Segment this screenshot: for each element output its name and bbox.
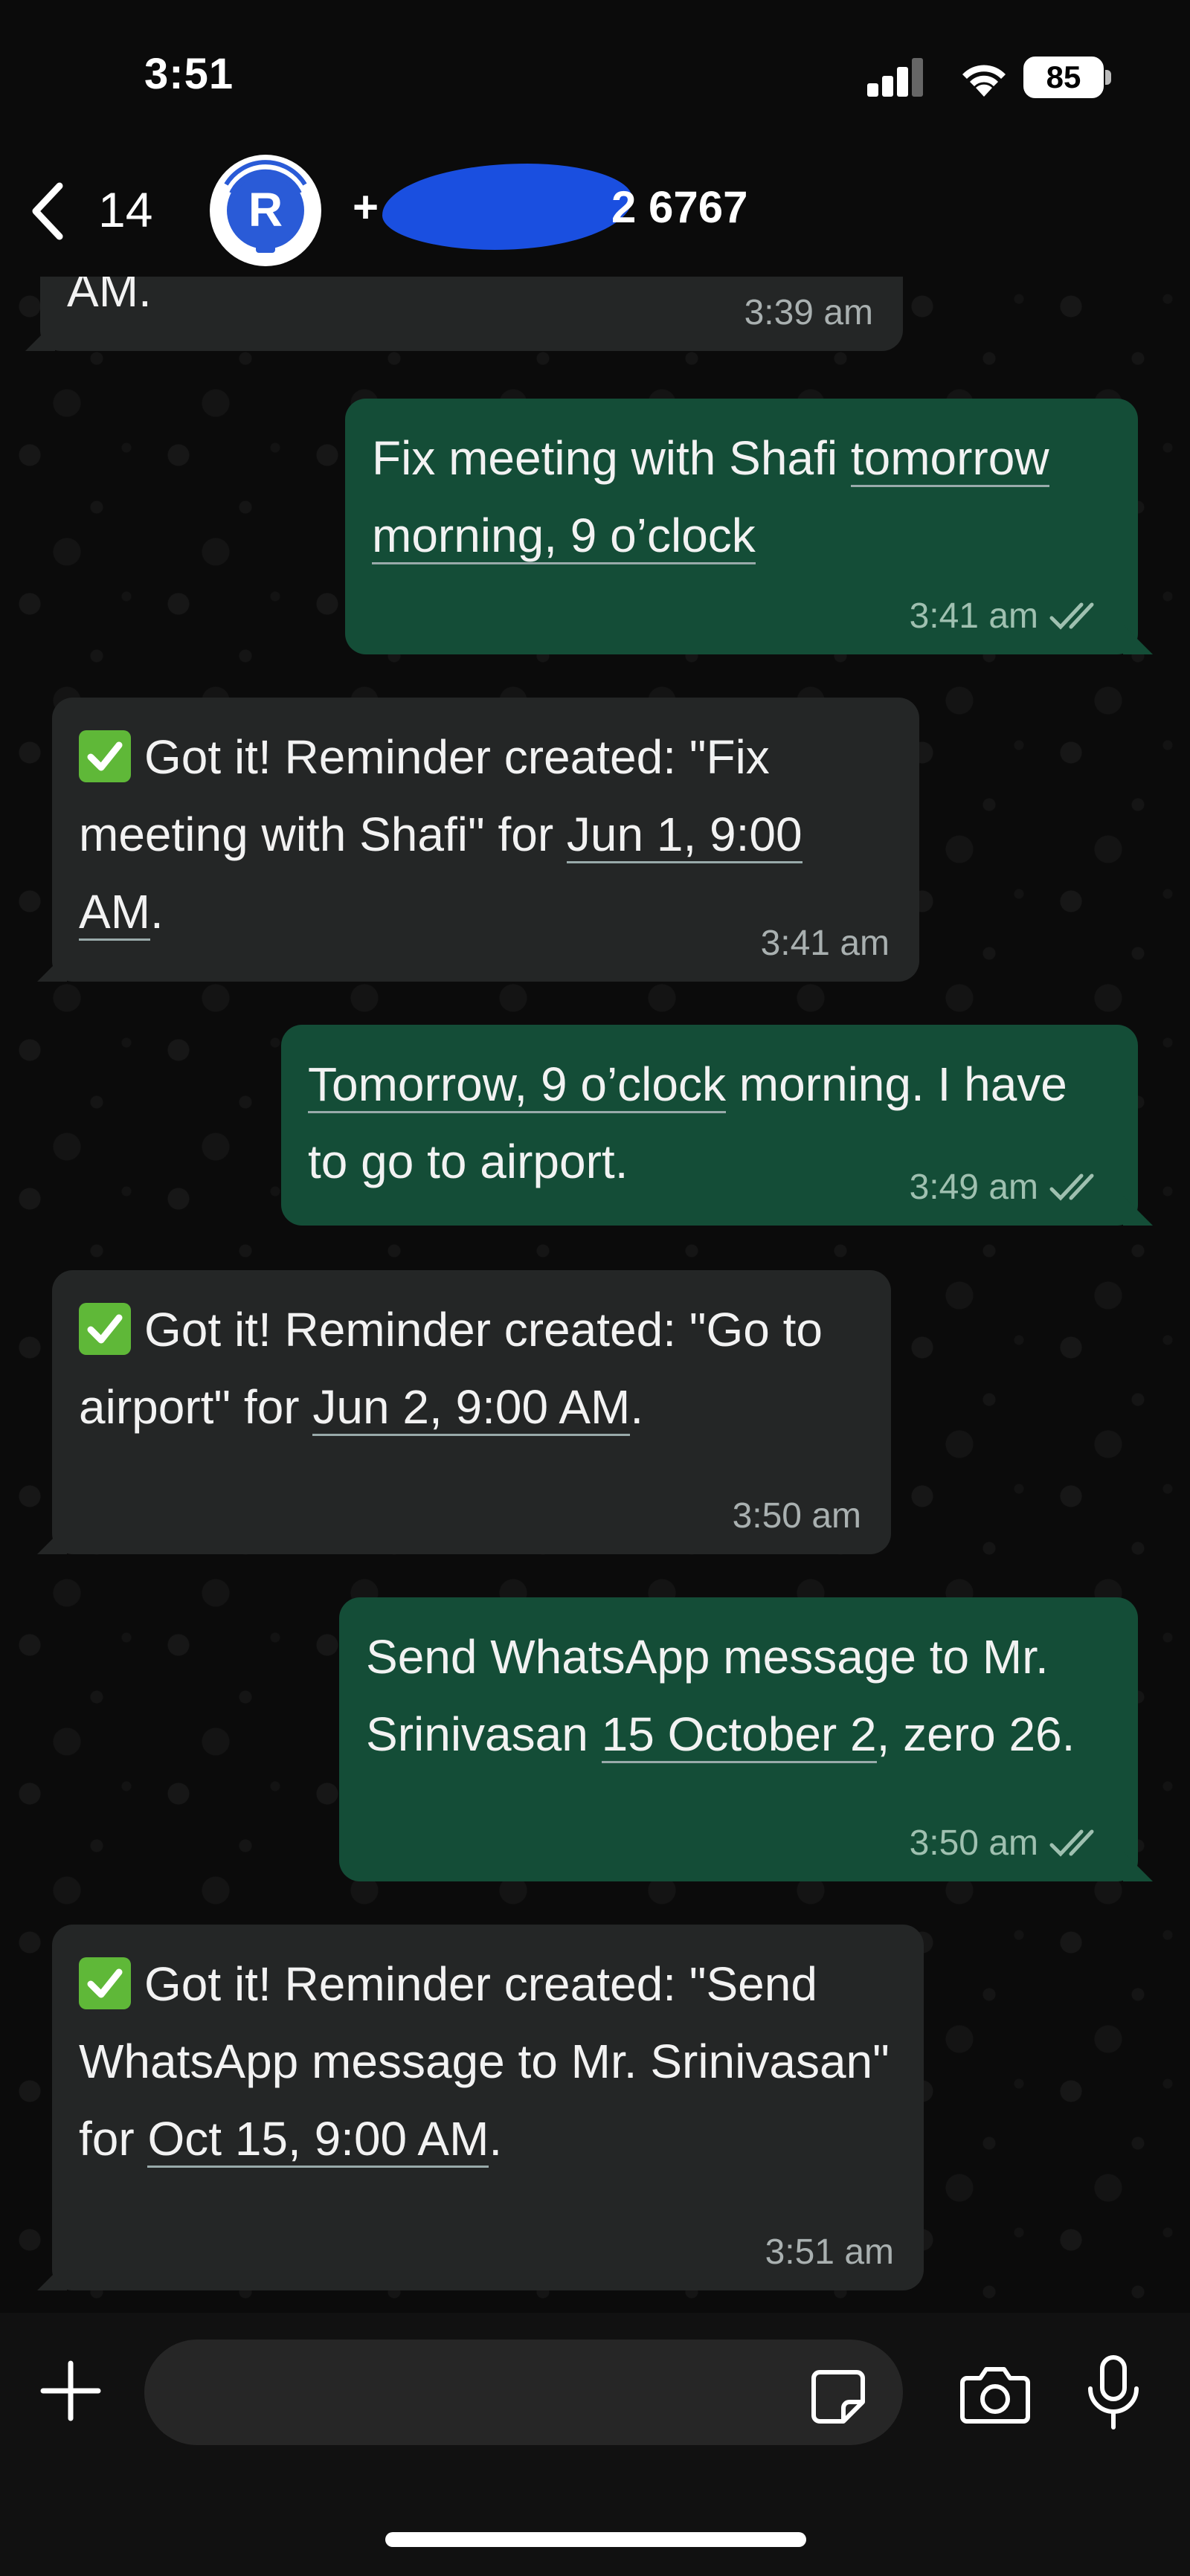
message-outgoing[interactable]: Tomorrow, 9 o’clock morning. I have to g… [281, 1025, 1153, 1226]
message-outgoing[interactable]: Send WhatsApp message to Mr. Srinivasan … [339, 1597, 1153, 1881]
status-time: 3:51 [144, 50, 234, 98]
signal-icon [867, 58, 924, 97]
message-incoming[interactable]: Got it! Reminder created: "Fix meeting w… [37, 698, 919, 982]
sticker-icon[interactable] [809, 2368, 867, 2426]
message-incoming[interactable]: Got it! Reminder created: "Go to airport… [37, 1270, 891, 1554]
message-text: Got it! Reminder created: "Fix meeting w… [79, 718, 892, 950]
message-text: Fix meeting with Shafi tomorrow morning,… [372, 419, 1111, 574]
unread-count[interactable]: 14 [98, 181, 152, 238]
check-emoji-icon [79, 1957, 131, 2009]
plus-icon[interactable] [37, 2357, 104, 2424]
redaction-mark [382, 164, 632, 250]
message-incoming[interactable]: Got it! Reminder created: "Send WhatsApp… [37, 1925, 924, 2290]
svg-text:R: R [248, 183, 283, 236]
message-input[interactable] [144, 2340, 903, 2445]
message-time: 3:51 am [765, 2232, 894, 2272]
avatar-logo: R [224, 160, 307, 253]
double-tick-icon [1049, 1173, 1094, 1201]
message-time: 3:41 am [909, 596, 1038, 636]
message-text: Send WhatsApp message to Mr. Srinivasan … [366, 1618, 1111, 1773]
message-time: 3:49 am [909, 1168, 1038, 1207]
message-time: 3:41 am [760, 924, 890, 963]
wifi-icon [962, 65, 1006, 97]
input-bar [0, 2313, 1190, 2576]
message-outgoing[interactable]: Fix meeting with Shafi tomorrow morning,… [345, 399, 1153, 654]
back-chevron-icon[interactable] [25, 181, 70, 241]
check-emoji-icon [79, 730, 131, 782]
message-time: 3:50 am [909, 1823, 1038, 1863]
camera-icon[interactable] [958, 2360, 1032, 2427]
double-tick-icon [1049, 602, 1094, 630]
message-time: 3:39 am [744, 293, 873, 332]
check-emoji-icon [79, 1303, 131, 1355]
message-text: Got it! Reminder created: "Send WhatsApp… [79, 1945, 897, 2177]
message-text: Got it! Reminder created: "Go to airport… [79, 1291, 864, 1446]
chat-header: 14 R + 2 6767 [0, 149, 1190, 277]
avatar[interactable]: R [210, 155, 321, 266]
home-indicator [385, 2532, 806, 2547]
battery-tip [1105, 70, 1111, 85]
message-time: 3:50 am [732, 1496, 861, 1536]
contact-prefix[interactable]: + [353, 181, 379, 233]
battery-indicator: 85 [1023, 57, 1104, 98]
mic-icon[interactable] [1083, 2354, 1144, 2432]
double-tick-icon [1049, 1829, 1094, 1857]
contact-number[interactable]: 2 6767 [611, 181, 748, 233]
status-bar: 3:51 85 [0, 0, 1190, 149]
